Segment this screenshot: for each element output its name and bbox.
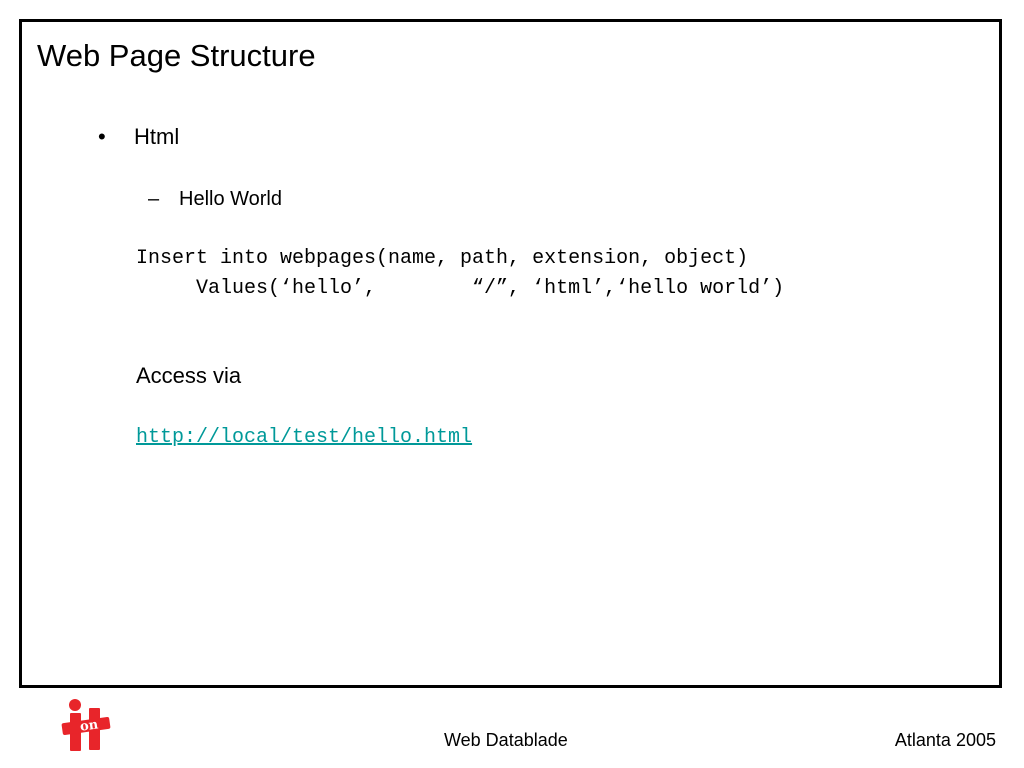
code-line-insert: Insert into webpages(name, path, extensi… [136,247,749,270]
slide-title: Web Page Structure [37,38,316,73]
code-line-values: Values(‘hello’, “/”, ‘html’,‘hello world… [136,277,785,300]
sub-bullet-item: – Hello World [148,188,282,211]
bullet-item-html: • Html [98,124,179,150]
hello-page-link[interactable]: http://local/test/hello.html [136,426,472,449]
sub-bullet-marker: – [148,188,160,210]
bullet-label: Html [134,124,180,149]
footer-event: Atlanta 2005 [894,730,996,750]
bullet-marker: • [98,124,106,149]
slide-frame [19,19,1002,688]
footer-title: Web Datablade [444,730,568,750]
on-it-logo-icon: on [61,699,111,751]
access-label: Access via [136,363,242,388]
logo-text-on: on [79,717,100,734]
sub-bullet-label: Hello World [179,188,282,210]
